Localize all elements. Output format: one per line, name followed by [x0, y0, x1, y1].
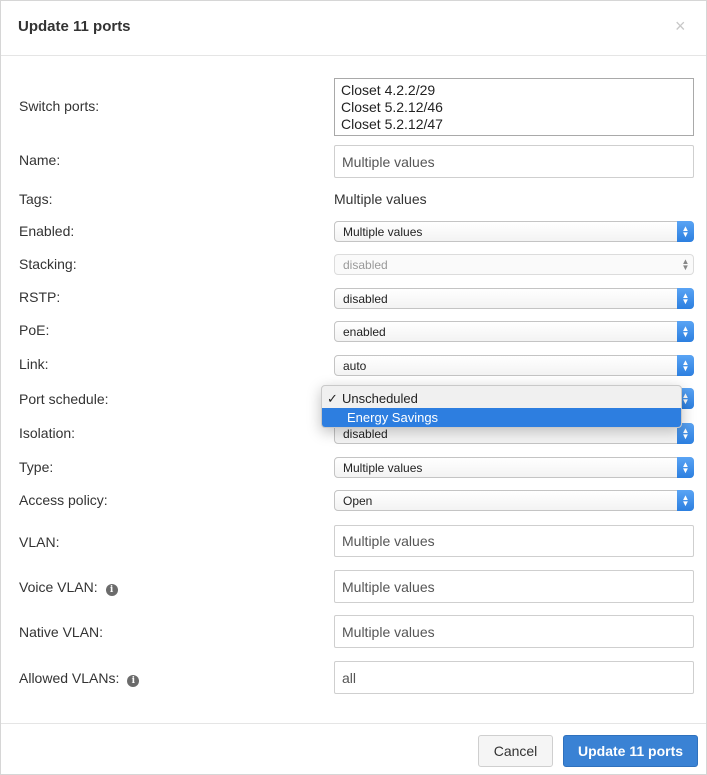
tags-label: Tags: — [19, 191, 53, 207]
rstp-select[interactable]: disabled ▲ ▼ — [334, 288, 694, 309]
info-icon[interactable]: i — [105, 584, 118, 596]
allowed-vlans-input-value: all — [342, 669, 357, 686]
allowed-vlans-input[interactable]: all — [334, 661, 694, 694]
update-ports-modal: Update 11 ports × Switch ports: Closet 4… — [0, 0, 707, 775]
voice-vlan-input[interactable]: Multiple values — [334, 570, 694, 603]
chevron-updown-icon: ▲ ▼ — [677, 355, 694, 376]
isolation-select-value: disabled — [343, 426, 388, 441]
port-schedule-label: Port schedule: — [19, 391, 109, 407]
rstp-label: RSTP: — [19, 289, 61, 305]
chevron-updown-icon: ▲ ▼ — [677, 490, 694, 511]
link-select[interactable]: auto ▲ ▼ — [334, 355, 694, 376]
checkmark-icon: ✓ — [327, 390, 338, 406]
option-unscheduled[interactable]: ✓ Unscheduled — [322, 389, 681, 408]
enabled-select[interactable]: Multiple values ▲ ▼ — [334, 221, 694, 242]
poe-select-value: enabled — [343, 324, 386, 339]
native-vlan-input[interactable]: Multiple values — [334, 615, 694, 648]
type-select[interactable]: Multiple values ▲ ▼ — [334, 457, 694, 478]
footer-divider — [1, 723, 706, 724]
chevron-updown-icon: ▲ ▼ — [681, 256, 690, 272]
chevron-updown-icon: ▲ ▼ — [677, 221, 694, 242]
native-vlan-label: Native VLAN: — [19, 624, 104, 640]
link-select-value: auto — [343, 358, 367, 373]
voice-vlan-label: Voice VLAN: i — [19, 579, 118, 596]
switch-port-item[interactable]: Closet 5.2.12/47 — [341, 116, 687, 133]
enabled-select-value: Multiple values — [343, 224, 423, 239]
vlan-input[interactable]: Multiple values — [334, 525, 694, 557]
enabled-label: Enabled: — [19, 223, 75, 239]
chevron-updown-icon: ▲ ▼ — [677, 321, 694, 342]
switch-port-item[interactable]: Closet 5.2.12/46 — [341, 99, 687, 116]
poe-label: PoE: — [19, 322, 50, 338]
voice-vlan-input-value: Multiple values — [342, 578, 435, 595]
stacking-select-value: disabled — [343, 257, 388, 272]
port-schedule-dropdown-menu[interactable]: ✓ Unscheduled Energy Savings — [321, 385, 682, 428]
switch-ports-label: Switch ports: — [19, 98, 100, 114]
access-policy-select-value: Open — [343, 493, 373, 508]
option-energy-savings[interactable]: Energy Savings — [322, 408, 681, 427]
name-label: Name: — [19, 152, 61, 168]
option-label: Energy Savings — [347, 410, 439, 425]
chevron-updown-icon: ▲ ▼ — [677, 457, 694, 478]
access-policy-label: Access policy: — [19, 492, 108, 508]
vlan-label: VLAN: — [19, 534, 60, 550]
stacking-select: disabled ▲ ▼ — [334, 254, 694, 275]
update-ports-button[interactable]: Update 11 ports — [563, 735, 698, 767]
chevron-updown-icon: ▲ ▼ — [677, 288, 694, 309]
name-input-value: Multiple values — [342, 153, 435, 170]
voice-vlan-label-text: Voice VLAN: — [19, 579, 98, 595]
rstp-select-value: disabled — [343, 291, 388, 306]
native-vlan-input-value: Multiple values — [342, 623, 435, 640]
modal-title: Update 11 ports — [18, 18, 131, 35]
switch-port-item[interactable]: Closet 4.2.2/29 — [341, 82, 687, 99]
cancel-button[interactable]: Cancel — [478, 735, 553, 767]
poe-select[interactable]: enabled ▲ ▼ — [334, 321, 694, 342]
type-label: Type: — [19, 459, 54, 475]
switch-ports-list[interactable]: Closet 4.2.2/29 Closet 5.2.12/46 Closet … — [334, 78, 694, 136]
info-icon[interactable]: i — [127, 675, 140, 687]
modal-header: Update 11 ports × — [1, 1, 706, 56]
option-label: Unscheduled — [342, 391, 418, 406]
isolation-label: Isolation: — [19, 425, 76, 441]
allowed-vlans-label: Allowed VLANs: i — [19, 670, 140, 687]
allowed-vlans-label-text: Allowed VLANs: — [19, 670, 120, 686]
stacking-label: Stacking: — [19, 256, 77, 272]
type-select-value: Multiple values — [343, 460, 423, 475]
tags-value: Multiple values — [334, 191, 427, 207]
name-input[interactable]: Multiple values — [334, 145, 694, 178]
access-policy-select[interactable]: Open ▲ ▼ — [334, 490, 694, 511]
link-label: Link: — [19, 356, 49, 372]
close-icon[interactable]: × — [675, 17, 686, 35]
vlan-input-value: Multiple values — [342, 533, 435, 549]
